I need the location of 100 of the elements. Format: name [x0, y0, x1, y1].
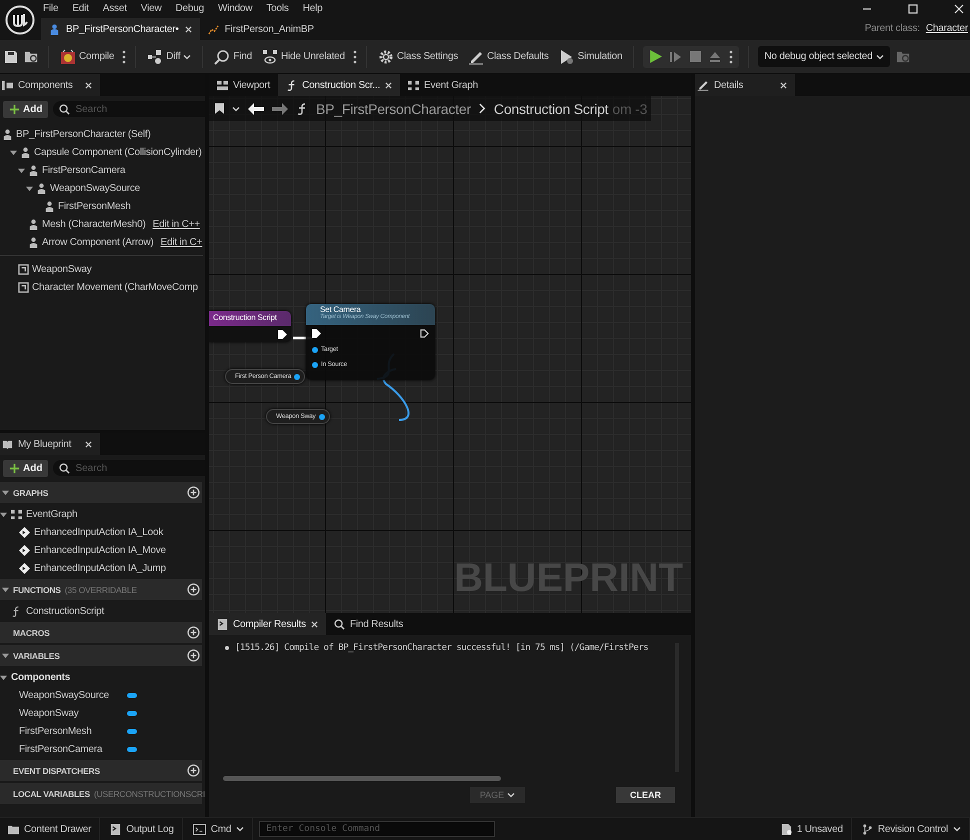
toolbar-button[interactable]: Diff	[145, 48, 194, 64]
menu-item[interactable]: Asset	[102, 3, 127, 14]
parent-class-link[interactable]: Character	[926, 23, 968, 34]
section-header[interactable]: LOCAL VARIABLES (USERCONSTRUCTIONSCRI	[0, 783, 202, 804]
close-icon[interactable]	[310, 620, 318, 628]
data-pin-icon[interactable]	[318, 414, 325, 420]
horizontal-scrollbar[interactable]	[223, 776, 501, 781]
blueprint-item[interactable]: FirstPersonMesh	[19, 726, 92, 736]
expanded-arrow-icon[interactable]	[0, 510, 7, 518]
bookmark-icon[interactable]	[215, 103, 224, 114]
cmd-dropdown[interactable]: Cmd	[184, 818, 254, 840]
menu-item[interactable]: Help	[302, 3, 322, 14]
data-pin-icon[interactable]	[294, 374, 300, 380]
menu-item[interactable]: Tools	[266, 3, 289, 14]
panel-tab[interactable]: My Blueprint	[0, 433, 100, 455]
blueprint-item[interactable]: EnhancedInputAction IA_Jump	[34, 562, 166, 574]
toolbar-button[interactable]: Class Settings	[376, 48, 460, 64]
toolbar-button[interactable]: Compile	[58, 48, 116, 64]
asset-tab[interactable]: BP_FirstPersonCharacter•	[41, 18, 200, 40]
data-pin-icon[interactable]	[312, 346, 318, 352]
clear-button[interactable]: CLEAR	[616, 787, 675, 803]
close-icon[interactable]	[780, 82, 787, 88]
component-label[interactable]: Character Movement (CharMoveComp	[32, 282, 198, 292]
section-header[interactable]: EVENT DISPATCHERS	[0, 760, 202, 781]
component-label[interactable]: BP_FirstPersonCharacter (Self)	[16, 128, 151, 140]
play-icon[interactable]	[649, 50, 662, 63]
debug-object-dropdown[interactable]: No debug object selected	[758, 46, 890, 67]
section-header[interactable]: VARIABLES	[0, 645, 202, 666]
breadcrumb-item[interactable]: BP_FirstPersonCharacter	[316, 100, 471, 116]
menu-item[interactable]: Edit	[72, 3, 89, 14]
forward-arrow-icon[interactable]	[272, 102, 288, 114]
menu-item[interactable]: Window	[218, 3, 252, 14]
panel-tab[interactable]: Components	[0, 74, 100, 96]
add-icon[interactable]	[187, 583, 200, 596]
panel-tab[interactable]: Details	[695, 74, 795, 96]
close-icon[interactable]	[85, 82, 92, 88]
exec-pin-icon[interactable]	[420, 329, 429, 338]
toolbar-button[interactable]: Hide Unrelated	[260, 48, 347, 64]
blueprint-item[interactable]: ConstructionScript	[26, 606, 104, 616]
close-icon[interactable]	[85, 440, 92, 448]
expanded-arrow-icon[interactable]	[26, 184, 33, 192]
add-icon[interactable]	[187, 764, 200, 777]
component-label[interactable]: FirstPersonCamera	[42, 164, 126, 176]
menu-item[interactable]: View	[140, 3, 162, 14]
status-button[interactable]: Output Log	[102, 818, 183, 840]
engine-logo-icon[interactable]	[5, 5, 35, 35]
blueprint-item[interactable]: EnhancedInputAction IA_Move	[34, 544, 166, 556]
component-label[interactable]: FirstPersonMesh	[58, 200, 131, 212]
expanded-arrow-icon[interactable]	[2, 586, 9, 593]
panel-tab[interactable]: Compiler Results	[209, 613, 326, 635]
expanded-arrow-icon[interactable]	[0, 674, 7, 680]
menu-item[interactable]: Debug	[175, 3, 204, 14]
save-icon[interactable]	[4, 50, 18, 64]
close-icon[interactable]	[954, 4, 964, 14]
step-icon[interactable]	[670, 50, 682, 62]
entry-node[interactable]: Construction Script	[209, 311, 291, 342]
blueprint-item[interactable]: WeaponSwaySource	[19, 690, 110, 700]
menu-item[interactable]: File	[43, 3, 58, 14]
toolbar-button[interactable]: Find	[212, 48, 254, 64]
unsaved-button[interactable]: 1 Unsaved	[772, 818, 852, 840]
section-header[interactable]: FUNCTIONS (35 OVERRIDABLE	[0, 579, 202, 600]
toolbar-button[interactable]: Class Defaults	[466, 48, 551, 64]
breadcrumb-item[interactable]: Construction Script	[494, 100, 608, 116]
close-icon[interactable]	[385, 82, 392, 88]
component-label[interactable]: Arrow Component (Arrow)	[42, 236, 154, 248]
status-button[interactable]: Content Drawer	[0, 818, 100, 840]
browse-folder-icon[interactable]	[24, 49, 39, 64]
exec-pin-icon[interactable]	[278, 330, 287, 339]
add-button[interactable]: Add	[3, 100, 48, 118]
section-header[interactable]: GRAPHS	[0, 482, 202, 503]
expanded-arrow-icon[interactable]	[2, 489, 9, 496]
maximize-icon[interactable]	[908, 4, 918, 14]
edit-in-cpp-link[interactable]: Edit in C+	[160, 236, 202, 248]
blueprint-item[interactable]: Components	[11, 672, 70, 682]
blueprint-item[interactable]: EnhancedInputAction IA_Look	[34, 526, 164, 538]
component-label[interactable]: WeaponSwaySource	[50, 182, 140, 194]
console-input-field[interactable]: Enter Console Command	[259, 821, 496, 837]
toolbar-button[interactable]: Simulation	[556, 48, 624, 64]
search-field[interactable]: Search	[53, 101, 205, 117]
blueprint-item[interactable]: FirstPersonCamera	[19, 744, 102, 754]
edit-in-cpp-link[interactable]: Edit in C++	[152, 218, 200, 230]
back-arrow-icon[interactable]	[248, 102, 264, 114]
expanded-arrow-icon[interactable]	[10, 148, 17, 156]
blueprint-item[interactable]: WeaponSway	[19, 708, 79, 718]
component-label[interactable]: Capsule Component (CollisionCylinder)	[34, 146, 202, 158]
more-options-icon[interactable]	[729, 50, 734, 64]
more-options-icon[interactable]	[122, 50, 126, 64]
exec-pin-icon[interactable]	[312, 329, 321, 338]
close-icon[interactable]	[184, 26, 192, 32]
revision-control-button[interactable]: Revision Control	[854, 818, 970, 840]
add-icon[interactable]	[187, 486, 200, 499]
more-options-icon[interactable]	[352, 50, 357, 64]
add-icon[interactable]	[187, 649, 200, 662]
blueprint-item[interactable]: EventGraph	[26, 508, 78, 520]
section-header[interactable]: MACROS	[0, 622, 202, 643]
add-button[interactable]: Add	[3, 460, 48, 476]
editor-tab[interactable]: Construction Scr...	[278, 74, 400, 96]
expanded-arrow-icon[interactable]	[18, 166, 25, 174]
component-label[interactable]: WeaponSway	[32, 264, 92, 274]
search-field[interactable]: Search	[53, 460, 205, 476]
